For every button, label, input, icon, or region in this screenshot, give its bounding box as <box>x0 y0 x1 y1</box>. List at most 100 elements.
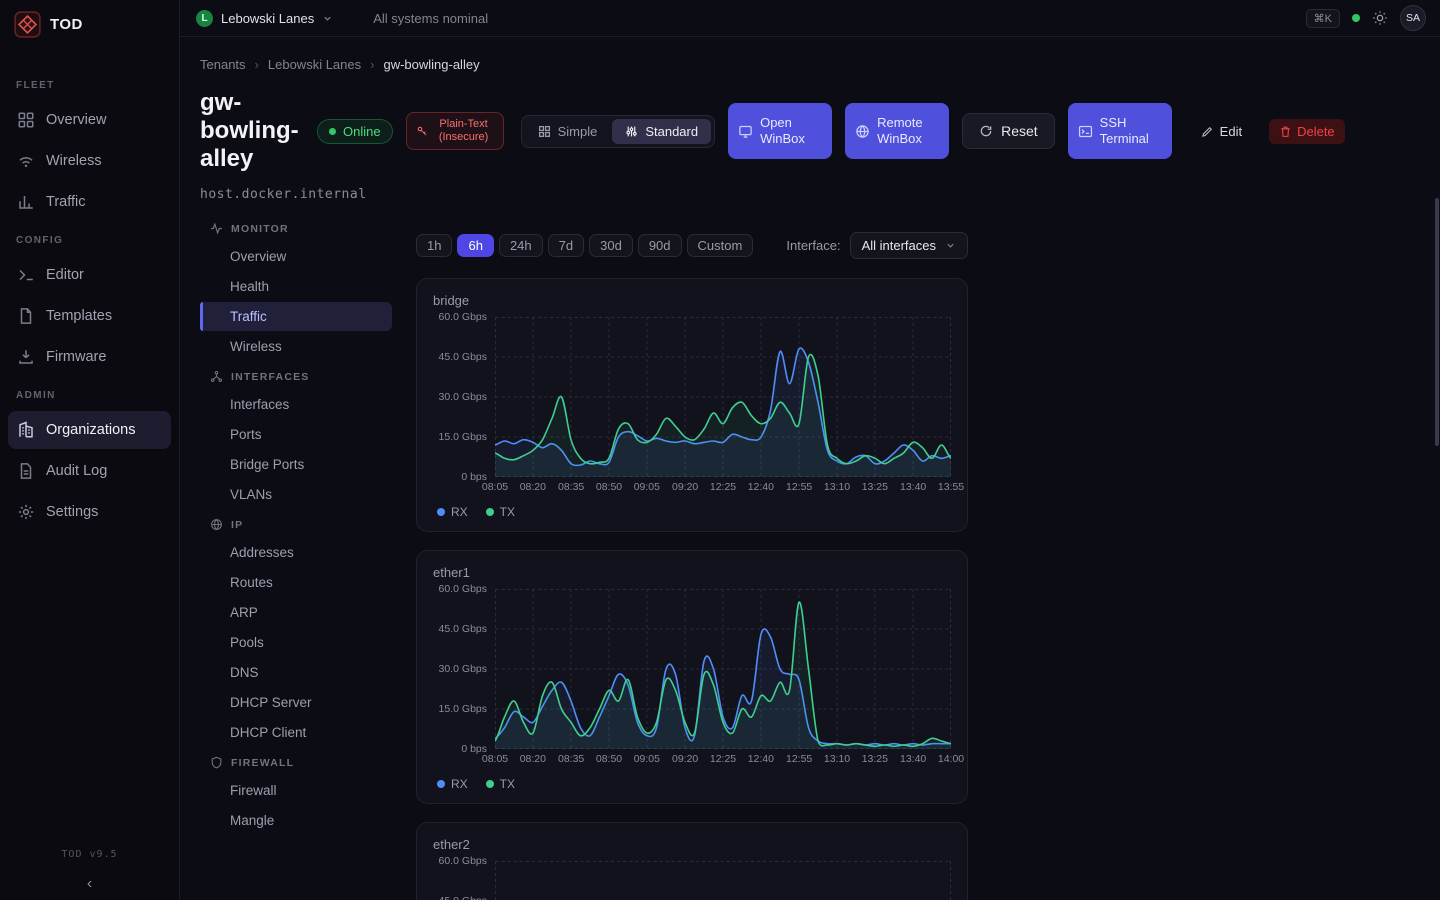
chart-card-ether2: ether2 60.0 Gbps45.0 Gbps30.0 Gbps15.0 G… <box>416 822 968 900</box>
ssh-terminal-button[interactable]: SSH Terminal <box>1068 103 1172 159</box>
sidebar-item-label: Settings <box>46 504 98 520</box>
sidebar-item-label: Overview <box>46 112 106 128</box>
subnav-item-traffic[interactable]: Traffic <box>200 302 392 331</box>
scrollbar-thumb[interactable] <box>1435 198 1439 446</box>
subnav-item-dhcp-server[interactable]: DHCP Server <box>200 688 392 717</box>
interface-selected-value: All interfaces <box>862 238 936 253</box>
sidebar-item-wireless[interactable]: Wireless <box>8 142 171 180</box>
view-standard-label: Standard <box>645 124 698 139</box>
range-1h-button[interactable]: 1h <box>416 234 452 257</box>
online-status-badge: Online <box>317 119 393 144</box>
subnav-item-health[interactable]: Health <box>200 272 392 301</box>
range-30d-button[interactable]: 30d <box>589 234 633 257</box>
refresh-icon <box>979 124 993 138</box>
sidebar-item-label: Firmware <box>46 349 106 365</box>
health-status-dot <box>1352 14 1360 22</box>
tenant-avatar: L <box>196 10 213 27</box>
device-subnav: MONITOR Overview Health Traffic Wireless… <box>200 214 392 836</box>
legend-tx: TX <box>486 505 515 519</box>
sidebar-item-audit-log[interactable]: Audit Log <box>8 452 171 490</box>
subnav-item-firewall[interactable]: Firewall <box>200 776 392 805</box>
sun-icon[interactable] <box>1372 10 1388 26</box>
subnav-item-pools[interactable]: Pools <box>200 628 392 657</box>
range-6h-button[interactable]: 6h <box>457 234 493 257</box>
breadcrumb-tenants-link[interactable]: Tenants <box>200 57 246 72</box>
chart-card-bridge: bridge 60.0 Gbps45.0 Gbps30.0 Gbps15.0 G… <box>416 278 968 532</box>
subnav-item-vlans[interactable]: VLANs <box>200 480 392 509</box>
activity-icon <box>210 222 223 235</box>
chart-title: bridge <box>433 293 951 308</box>
sidebar-item-label: Audit Log <box>46 463 107 479</box>
download-icon <box>17 348 35 366</box>
sidebar-item-overview[interactable]: Overview <box>8 101 171 139</box>
system-status-text: All systems nominal <box>373 11 488 26</box>
monitor-icon <box>738 124 753 139</box>
sidebar-collapse-button[interactable]: ‹ <box>0 876 179 892</box>
subnav-item-mangle[interactable]: Mangle <box>200 806 392 835</box>
device-page: Tenants › Lebowski Lanes › gw-bowling-al… <box>180 37 1440 900</box>
page-title: gw-bowling-alley <box>200 89 304 173</box>
subnav-item-routes[interactable]: Routes <box>200 568 392 597</box>
sliders-icon <box>625 125 638 138</box>
user-avatar[interactable]: SA <box>1400 5 1426 31</box>
view-simple-button[interactable]: Simple <box>525 119 611 144</box>
y-axis-labels: 60.0 Gbps45.0 Gbps30.0 Gbps15.0 Gbps0 bp… <box>433 589 495 749</box>
sidebar-item-label: Wireless <box>46 153 102 169</box>
traffic-line-chart <box>495 589 951 749</box>
open-winbox-button[interactable]: Open WinBox <box>728 103 832 159</box>
sidebar-item-editor[interactable]: Editor <box>8 256 171 294</box>
chevron-down-icon <box>322 13 333 24</box>
chevron-down-icon <box>945 240 956 251</box>
subnav-item-wireless[interactable]: Wireless <box>200 332 392 361</box>
subnav-item-ports[interactable]: Ports <box>200 420 392 449</box>
breadcrumb-current: gw-bowling-alley <box>383 57 479 72</box>
ssh-terminal-label: SSH Terminal <box>1100 115 1162 147</box>
reset-button[interactable]: Reset <box>962 113 1055 149</box>
interface-select[interactable]: All interfaces <box>850 232 968 259</box>
subnav-item-addresses[interactable]: Addresses <box>200 538 392 567</box>
sidebar-item-label: Templates <box>46 308 112 324</box>
edit-button[interactable]: Edit <box>1193 118 1250 145</box>
view-standard-button[interactable]: Standard <box>612 119 711 144</box>
x-axis-labels: 08:0508:2008:3508:5009:0509:2012:2512:40… <box>495 749 951 766</box>
remote-winbox-label: Remote WinBox <box>877 115 939 147</box>
subnav-item-interfaces[interactable]: Interfaces <box>200 390 392 419</box>
subnav-section-ip: IP <box>200 510 392 537</box>
subnav-item-dns[interactable]: DNS <box>200 658 392 687</box>
sidebar-section-fleet: FLEET <box>0 80 179 91</box>
range-7d-button[interactable]: 7d <box>548 234 584 257</box>
sidebar-item-organizations[interactable]: Organizations <box>8 411 171 449</box>
command-palette-shortcut[interactable]: ⌘K <box>1306 9 1340 28</box>
breadcrumb: Tenants › Lebowski Lanes › gw-bowling-al… <box>200 57 1440 72</box>
sidebar-item-templates[interactable]: Templates <box>8 297 171 335</box>
online-status-label: Online <box>343 124 381 139</box>
tenant-selector[interactable]: L Lebowski Lanes <box>196 10 333 27</box>
subnav-item-overview[interactable]: Overview <box>200 242 392 271</box>
subnav-item-arp[interactable]: ARP <box>200 598 392 627</box>
topbar: L Lebowski Lanes All systems nominal ⌘K … <box>180 0 1440 37</box>
delete-button[interactable]: Delete <box>1269 119 1345 144</box>
wifi-icon <box>17 152 35 170</box>
range-custom-button[interactable]: Custom <box>687 234 754 257</box>
building-icon <box>17 421 35 439</box>
subnav-item-bridge-ports[interactable]: Bridge Ports <box>200 450 392 479</box>
breadcrumb-tenant-link[interactable]: Lebowski Lanes <box>268 57 361 72</box>
subnav-item-dhcp-client[interactable]: DHCP Client <box>200 718 392 747</box>
chart-filters: 1h 6h 24h 7d 30d 90d Custom Interface: A… <box>416 232 968 259</box>
key-icon <box>416 125 428 137</box>
sidebar-item-firmware[interactable]: Firmware <box>8 338 171 376</box>
sidebar-section-config: CONFIG <box>0 235 179 246</box>
app-logo: TOD <box>0 0 179 48</box>
remote-winbox-button[interactable]: Remote WinBox <box>845 103 949 159</box>
app-logo-icon <box>14 11 41 38</box>
subnav-section-monitor: MONITOR <box>200 214 392 241</box>
sidebar-item-traffic[interactable]: Traffic <box>8 183 171 221</box>
view-mode-toggle: Simple Standard <box>521 115 716 148</box>
range-24h-button[interactable]: 24h <box>499 234 543 257</box>
gear-icon <box>17 503 35 521</box>
sidebar-section-admin: ADMIN <box>0 390 179 401</box>
terminal-icon <box>1078 124 1093 139</box>
interface-filter-label: Interface: <box>786 238 840 253</box>
range-90d-button[interactable]: 90d <box>638 234 682 257</box>
sidebar-item-settings[interactable]: Settings <box>8 493 171 531</box>
